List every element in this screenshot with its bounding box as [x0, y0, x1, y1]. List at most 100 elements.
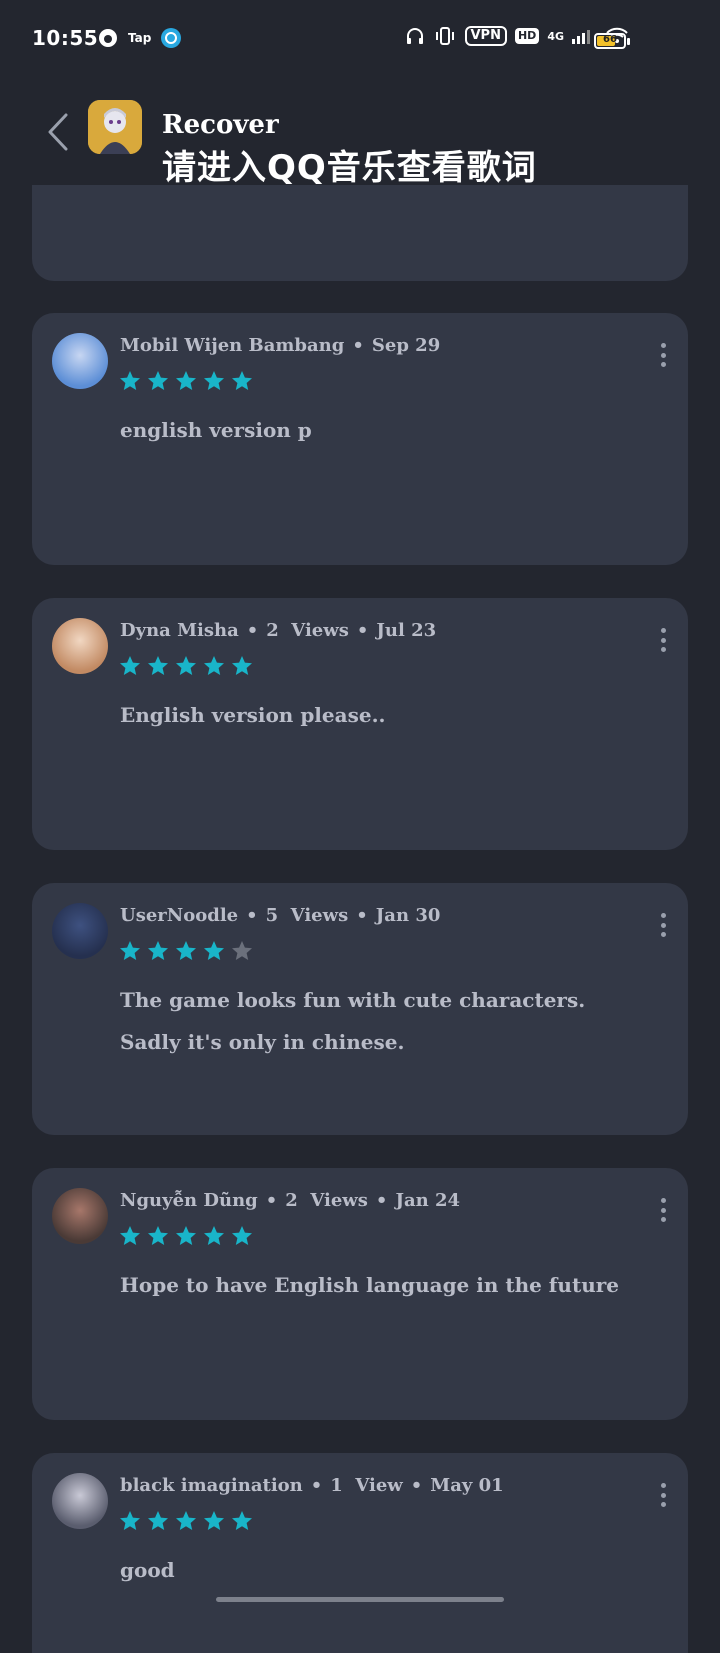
more-dot	[660, 932, 666, 937]
hd-badge: HD	[514, 28, 540, 44]
more-dot	[660, 1492, 666, 1498]
chevron-left-icon	[48, 113, 68, 151]
more-options-icon[interactable]	[656, 913, 670, 937]
review-views: 2 Views	[285, 1190, 368, 1211]
meta-separator: •	[265, 1190, 278, 1211]
review-card[interactable]: UserNoodle • 5 Views • Jan 30 The game looks …	[32, 883, 688, 1135]
more-options-icon[interactable]	[656, 628, 670, 652]
review-views: 1 View	[330, 1475, 403, 1496]
review-author[interactable]: Nguyễn Dũng	[120, 1190, 258, 1211]
sync-notification-icon	[161, 28, 182, 48]
meta-separator: •	[375, 1190, 388, 1211]
review-text: The game looks fun with cute characters.…	[120, 988, 586, 1054]
more-dot	[660, 362, 666, 367]
star-filled-icon	[232, 1226, 252, 1245]
back-button[interactable]	[40, 108, 76, 156]
meta-separator: •	[246, 905, 258, 926]
more-dot	[660, 628, 666, 633]
tap-notification-label: Tap	[128, 31, 152, 45]
review-card[interactable]: Dyna Misha • 2 Views • Jul 23 English version…	[32, 598, 688, 850]
star-filled-icon	[120, 656, 140, 675]
star-filled-icon	[204, 941, 224, 960]
signal-icon	[572, 30, 590, 44]
star-filled-icon	[148, 1511, 168, 1530]
star-filled-icon	[232, 1511, 252, 1530]
more-dot	[660, 647, 666, 652]
more-options-icon[interactable]	[656, 1483, 670, 1507]
game-character-icon	[88, 100, 142, 154]
meta-separator: •	[356, 905, 368, 926]
review-card-partial	[32, 185, 688, 281]
user-avatar[interactable]	[52, 1473, 108, 1529]
star-filled-icon	[148, 1226, 168, 1245]
star-filled-icon	[176, 371, 196, 390]
star-filled-icon	[120, 1226, 140, 1245]
review-card[interactable]: black imagination • 1 View • May 01 good	[32, 1453, 688, 1653]
review-date: Sep 29	[371, 335, 441, 356]
review-card[interactable]: Mobil Wijen Bambang • Sep 29 english versio…	[32, 313, 688, 565]
more-dot	[660, 1207, 666, 1213]
more-options-icon[interactable]	[656, 1198, 670, 1222]
rating-stars	[118, 654, 254, 678]
more-dot	[660, 352, 666, 358]
more-dot	[660, 637, 666, 643]
app-icon[interactable]	[88, 100, 142, 154]
star-filled-icon	[176, 1226, 196, 1245]
battery-percentage: 66	[603, 34, 617, 45]
star-filled-icon	[148, 941, 168, 960]
more-dot	[660, 913, 666, 918]
meta-separator: •	[410, 1475, 423, 1496]
review-meta: Nguyễn Dũng • 2 Views • Jan 24	[120, 1190, 460, 1211]
review-author[interactable]: black imagination	[120, 1475, 303, 1496]
vpn-badge: VPN	[464, 26, 507, 46]
more-dot	[660, 1483, 666, 1488]
review-date: Jan 24	[395, 1190, 461, 1211]
review-text: Hope to have English language in the fut…	[120, 1273, 619, 1297]
app-header: Recover 请进入QQ音乐查看歌词	[0, 90, 720, 188]
rating-stars	[118, 1224, 254, 1248]
star-filled-icon	[176, 1511, 196, 1530]
meta-separator: •	[352, 335, 364, 356]
star-filled-icon	[204, 656, 224, 675]
headphones-icon	[406, 28, 423, 44]
review-card[interactable]: Nguyễn Dũng • 2 Views • Jan 24 Hope to have E…	[32, 1168, 688, 1420]
more-dot	[660, 1217, 666, 1222]
review-text: english version p	[120, 418, 312, 442]
user-avatar[interactable]	[52, 1188, 108, 1244]
review-meta: UserNoodle • 5 Views • Jan 30	[120, 905, 440, 926]
review-meta: Dyna Misha • 2 Views • Jul 23	[120, 620, 436, 641]
more-dot	[660, 1502, 666, 1507]
rating-stars	[118, 369, 254, 393]
network-type-label: 4G	[547, 29, 564, 43]
more-dot	[660, 922, 666, 928]
star-filled-icon	[204, 371, 224, 390]
user-avatar[interactable]	[52, 618, 108, 674]
review-views: 5 Views	[265, 905, 349, 926]
star-filled-icon	[176, 941, 196, 960]
review-date: Jul 23	[376, 620, 437, 641]
star-filled-icon	[232, 371, 252, 390]
star-filled-icon	[176, 656, 196, 675]
more-options-icon[interactable]	[656, 343, 670, 367]
star-filled-icon	[204, 1226, 224, 1245]
rating-stars	[118, 1509, 254, 1533]
star-filled-icon	[148, 371, 168, 390]
review-meta: Mobil Wijen Bambang • Sep 29	[120, 335, 440, 356]
review-author[interactable]: Mobil Wijen Bambang	[120, 335, 344, 356]
user-avatar[interactable]	[52, 903, 108, 959]
page-title: Recover	[162, 110, 279, 140]
home-indicator[interactable]	[216, 1597, 504, 1602]
review-date: May 01	[430, 1475, 504, 1496]
star-filled-icon	[120, 371, 140, 390]
status-notification-icons: Tap	[98, 28, 182, 48]
star-empty-icon	[232, 941, 252, 960]
review-author[interactable]: UserNoodle	[120, 905, 238, 926]
review-author[interactable]: Dyna Misha	[120, 620, 239, 641]
review-date: Jan 30	[375, 905, 441, 926]
review-text: English version please..	[120, 703, 386, 727]
user-avatar[interactable]	[52, 333, 108, 389]
star-filled-icon	[232, 656, 252, 675]
status-time: 10:55	[32, 26, 99, 50]
app-notification-icon	[99, 29, 117, 47]
more-dot	[660, 343, 666, 348]
